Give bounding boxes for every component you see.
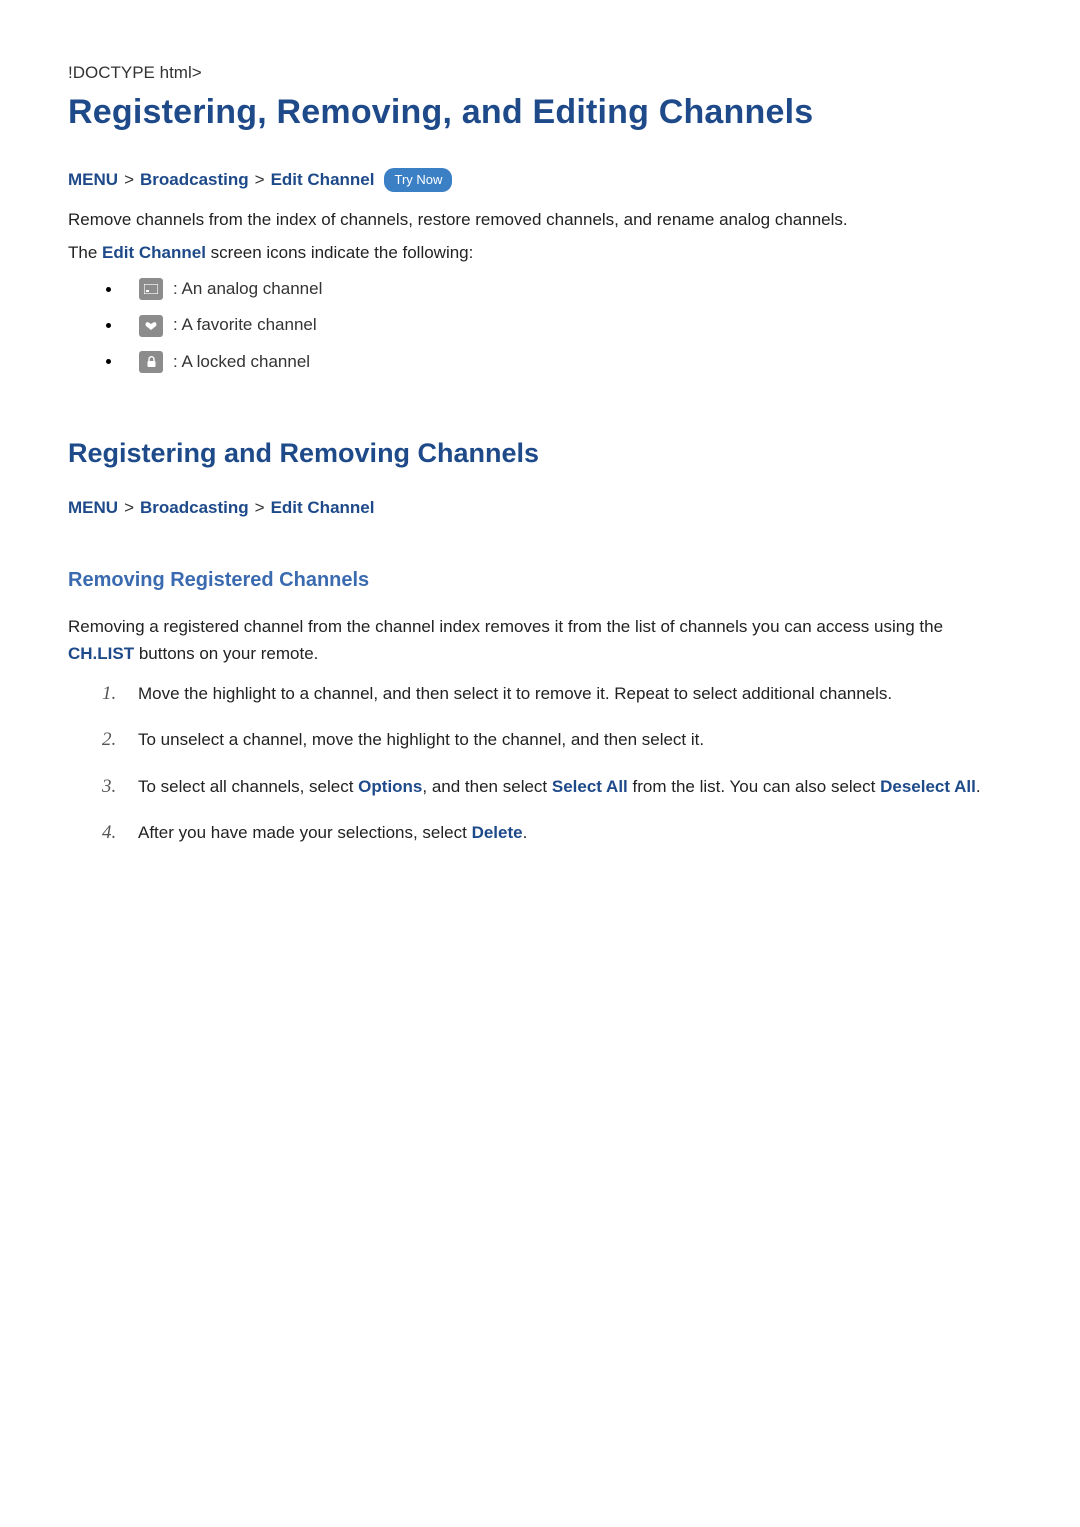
breadcrumb-menu: MENU: [68, 167, 118, 193]
text: .: [523, 823, 528, 842]
breadcrumb-edit-channel: Edit Channel: [271, 495, 375, 521]
icon-label: : A favorite channel: [173, 312, 317, 338]
subsection-heading-removing: Removing Registered Channels: [68, 565, 1012, 596]
text: After you have made your selections, sel…: [138, 823, 472, 842]
list-item: : An analog channel: [106, 276, 1012, 302]
chevron-right-icon: >: [255, 495, 265, 521]
breadcrumb-menu: MENU: [68, 495, 118, 521]
bullet-icon: [106, 359, 111, 364]
step-item: Move the highlight to a channel, and the…: [102, 681, 1012, 707]
analog-channel-icon: [139, 278, 163, 300]
step-item: To select all channels, select Options, …: [102, 774, 1012, 800]
term-options: Options: [358, 777, 422, 796]
chevron-right-icon: >: [255, 167, 265, 193]
text: .: [976, 777, 981, 796]
steps-list: Move the highlight to a channel, and the…: [102, 681, 1012, 846]
intro-paragraph-1: Remove channels from the index of channe…: [68, 207, 1012, 233]
icon-label: : An analog channel: [173, 276, 322, 302]
text: Removing a registered channel from the c…: [68, 617, 943, 636]
intro-paragraph-2: The Edit Channel screen icons indicate t…: [68, 240, 1012, 266]
breadcrumb-edit-channel: Edit Channel: [271, 167, 375, 193]
bullet-icon: [106, 323, 111, 328]
breadcrumb-secondary: MENU > Broadcasting > Edit Channel: [68, 495, 1012, 521]
text: , and then select: [422, 777, 551, 796]
icon-label: : A locked channel: [173, 349, 310, 375]
breadcrumb-primary: MENU > Broadcasting > Edit Channel Try N…: [68, 167, 1012, 193]
term-chlist: CH.LIST: [68, 644, 134, 663]
text: from the list. You can also select: [628, 777, 880, 796]
breadcrumb-broadcasting: Broadcasting: [140, 495, 249, 521]
removing-paragraph: Removing a registered channel from the c…: [68, 614, 1012, 667]
term-delete: Delete: [472, 823, 523, 842]
text: To select all channels, select: [138, 777, 358, 796]
icon-legend-list: : An analog channel : A favorite channel…: [106, 276, 1012, 375]
locked-channel-icon: [139, 351, 163, 373]
try-now-button[interactable]: Try Now: [384, 168, 452, 192]
chevron-right-icon: >: [124, 495, 134, 521]
chevron-right-icon: >: [124, 167, 134, 193]
term-select-all: Select All: [552, 777, 628, 796]
text: The: [68, 243, 102, 262]
term-deselect-all: Deselect All: [880, 777, 976, 796]
step-item: After you have made your selections, sel…: [102, 820, 1012, 846]
favorite-channel-icon: [139, 315, 163, 337]
term-edit-channel: Edit Channel: [102, 243, 206, 262]
text: buttons on your remote.: [134, 644, 318, 663]
step-item: To unselect a channel, move the highligh…: [102, 727, 1012, 753]
breadcrumb-broadcasting: Broadcasting: [140, 167, 249, 193]
list-item: : A favorite channel: [106, 312, 1012, 338]
bullet-icon: [106, 287, 111, 292]
section-heading-registering: Registering and Removing Channels: [68, 433, 1012, 475]
page-title: Registering, Removing, and Editing Chann…: [68, 86, 1012, 139]
list-item: : A locked channel: [106, 349, 1012, 375]
text: screen icons indicate the following:: [206, 243, 473, 262]
